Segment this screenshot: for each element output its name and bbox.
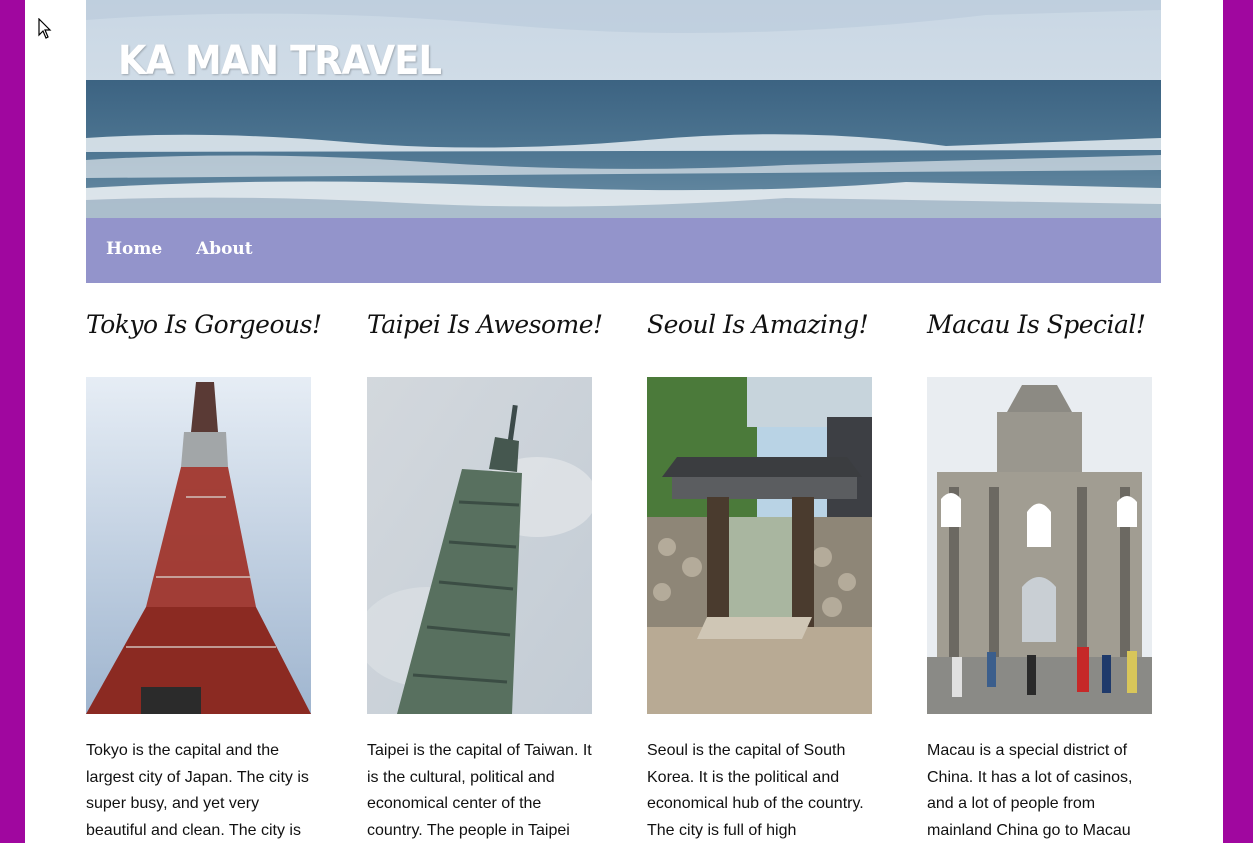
post-title[interactable]: Tokyo Is Gorgeous! bbox=[86, 310, 322, 339]
post-body: Tokyo is the capital and the largest cit… bbox=[86, 742, 309, 839]
header-banner: KA MAN TRAVEL bbox=[86, 0, 1161, 218]
page-container: KA MAN TRAVEL Home About Tokyo Is Gorgeo… bbox=[25, 0, 1223, 843]
seoul-gate-image bbox=[647, 377, 872, 714]
post-title[interactable]: Macau Is Special! bbox=[927, 310, 1159, 339]
taipei-101-image bbox=[367, 377, 592, 714]
ocean-banner-image bbox=[86, 0, 1161, 218]
mouse-pointer-icon bbox=[38, 18, 52, 39]
post-taipei: Taipei Is Awesome! Taipei is the capital… bbox=[367, 310, 603, 839]
tokyo-tower-image bbox=[86, 377, 311, 714]
post-macau: Macau Is Special! Macau is a special dis… bbox=[927, 310, 1159, 839]
post-body: Taipei is the capital of Taiwan. It is t… bbox=[367, 742, 592, 839]
post-body: Seoul is the capital of South Korea. It … bbox=[647, 742, 864, 839]
post-title[interactable]: Seoul Is Amazing! bbox=[647, 310, 879, 339]
post-body: Macau is a special district of China. It… bbox=[927, 742, 1133, 839]
seoul-gate-photo[interactable] bbox=[647, 377, 872, 714]
nav-item-home[interactable]: Home bbox=[106, 239, 162, 259]
taipei-101-photo[interactable] bbox=[367, 377, 592, 714]
main-nav: Home About bbox=[86, 218, 1161, 283]
post-title[interactable]: Taipei Is Awesome! bbox=[367, 310, 603, 339]
site-title[interactable]: KA MAN TRAVEL bbox=[118, 38, 442, 84]
tokyo-tower-photo[interactable] bbox=[86, 377, 311, 714]
post-seoul: Seoul Is Amazing! Seoul is the capital o… bbox=[647, 310, 879, 839]
nav-item-about[interactable]: About bbox=[196, 239, 253, 259]
macau-ruins-image bbox=[927, 377, 1152, 714]
macau-ruins-photo[interactable] bbox=[927, 377, 1152, 714]
post-tokyo: Tokyo Is Gorgeous! Tokyo is the capital … bbox=[86, 310, 322, 839]
